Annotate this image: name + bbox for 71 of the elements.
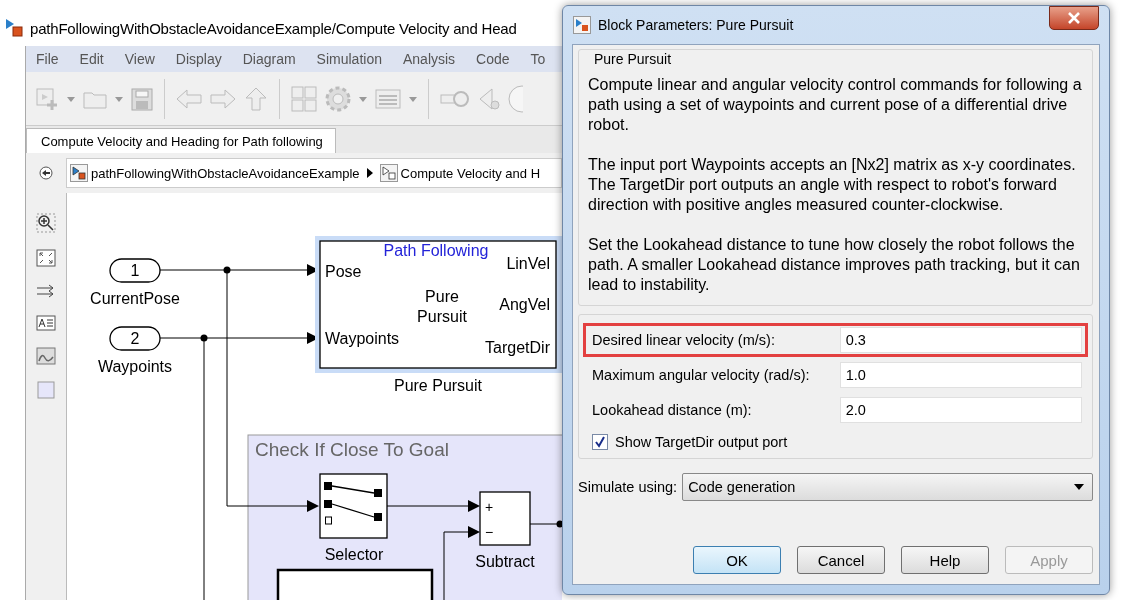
block-label: Subtract — [475, 553, 535, 570]
menu-item[interactable]: Simulation — [306, 51, 393, 67]
close-button[interactable] — [1049, 6, 1099, 30]
up-arrow-icon[interactable] — [243, 85, 269, 112]
zoom-icon[interactable] — [36, 213, 56, 233]
menu-item[interactable]: Analysis — [392, 51, 467, 67]
simulate-label: Simulate using: — [578, 479, 678, 495]
checkbox-label: Show TargetDir output port — [615, 434, 788, 450]
block-text: Pure Pursuit — [417, 288, 467, 325]
caret-icon — [1074, 484, 1084, 490]
parameter-label: Maximum angular velocity (rad/s): — [592, 367, 811, 383]
description-text: The input port Waypoints accepts an [Nx2] matrix as x-y coordinates. The TargetDir port outputs an angle with respect to robot's forward direction with positive angles measured counter-clockwise. — [588, 155, 1077, 215]
window-title: pathFollowingWithObstacleAvoidanceExample/Compute Velocity and Head — [30, 19, 517, 37]
signal-line — [529, 520, 562, 528]
fit-view-icon[interactable] — [36, 249, 56, 267]
model-icon — [4, 18, 24, 38]
subtract-block[interactable] — [479, 491, 531, 546]
inport-block: 1 — [109, 258, 161, 283]
input-field[interactable]: 1.0 — [839, 362, 1082, 388]
menu-item[interactable]: Edit — [69, 51, 115, 67]
menu-item[interactable]: To — [520, 51, 557, 67]
port-label: LinVel — [506, 255, 550, 272]
breadcrumb-item[interactable]: Compute Velocity and H — [379, 164, 541, 182]
area-title: Check If Close To Goal — [255, 439, 449, 460]
dialog-button[interactable]: Help — [901, 546, 989, 574]
arrows-icon[interactable] — [36, 283, 56, 299]
block-annotation: Path Following — [383, 242, 489, 259]
parameter-label: Desired linear velocity (m/s): — [592, 332, 776, 348]
block-label: Selector — [324, 546, 384, 563]
sign-label: − — [485, 524, 494, 540]
description-text: Set the Lookahead distance to tune how closely the robot follows the path. A smaller Lookahead distance improves path tracking, but it can lead to instability. — [588, 235, 1081, 295]
dialog-button[interactable]: OK — [693, 546, 781, 574]
menu-item[interactable]: File — [26, 51, 70, 67]
selector-block[interactable] — [319, 473, 388, 539]
image-icon[interactable] — [36, 347, 56, 365]
sign-label: + — [485, 499, 494, 515]
inport-label: CurrentPose — [90, 290, 180, 307]
checkbox[interactable] — [592, 434, 608, 450]
dialog-title: Block Parameters: Pure Pursuit — [598, 17, 794, 33]
menu-item[interactable]: Code — [466, 51, 521, 67]
menu-item[interactable]: Diagram — [232, 51, 307, 67]
breadcrumb-item[interactable]: pathFollowingWithObstacleAvoidanceExample — [70, 164, 360, 182]
port-label: TargetDir — [485, 339, 550, 356]
block-label: Pure Pursuit — [394, 377, 482, 394]
new-model-icon[interactable] — [34, 85, 60, 112]
grid-icon[interactable] — [290, 84, 318, 113]
subsystem-icon — [379, 164, 398, 182]
description-text: Compute linear and angular velocity control commands for following a path using a set of waypoints and current pose of a differential drive robot. — [588, 75, 1083, 135]
close-icon — [1067, 12, 1081, 24]
input-field[interactable]: 0.3 — [839, 327, 1082, 353]
area-icon[interactable] — [37, 381, 55, 399]
dropdown[interactable]: Code generation — [682, 473, 1093, 501]
back-icon[interactable] — [39, 166, 53, 180]
inport-block: 2 — [109, 326, 161, 351]
model-icon — [70, 164, 88, 182]
menu-item[interactable]: Display — [165, 51, 233, 67]
menu-item[interactable]: View — [114, 51, 166, 67]
dialog-button[interactable]: Cancel — [797, 546, 885, 574]
model-tab[interactable]: Compute Velocity and Heading for Path following — [26, 128, 336, 153]
save-icon[interactable] — [130, 85, 154, 112]
parameter-label: Lookahead distance (m): — [592, 402, 753, 418]
port-label: AngVel — [499, 296, 550, 313]
port-label: Pose — [325, 263, 362, 280]
annotation-icon[interactable] — [36, 315, 56, 331]
model-icon — [573, 16, 591, 34]
inport-label: Waypoints — [97, 358, 173, 375]
group-title: Pure Pursuit — [593, 50, 673, 67]
input-field[interactable]: 2.0 — [839, 397, 1082, 423]
port-label: Waypoints — [325, 330, 400, 347]
gear-icon[interactable] — [324, 84, 352, 113]
chevron-right-icon — [364, 167, 375, 179]
